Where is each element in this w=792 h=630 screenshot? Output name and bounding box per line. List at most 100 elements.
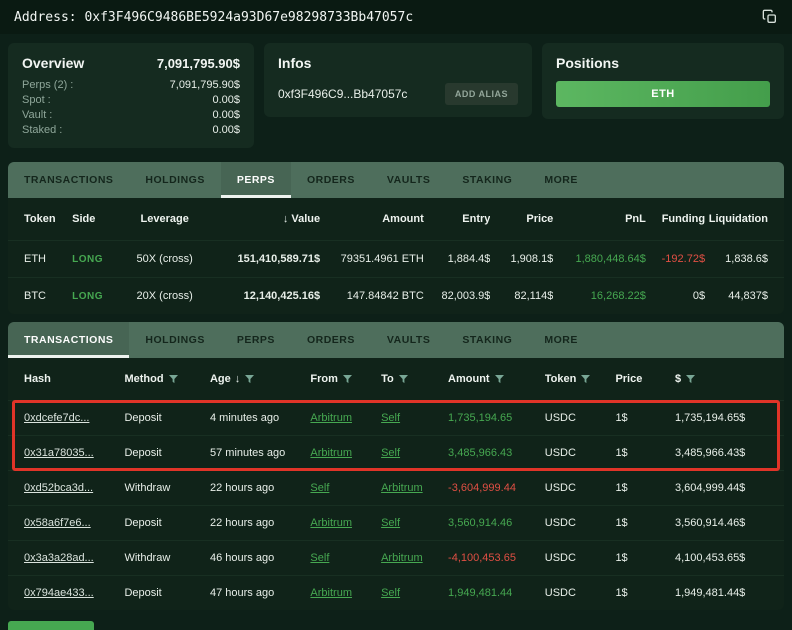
from-link[interactable]: Arbitrum (310, 447, 352, 459)
to-link[interactable]: Self (381, 412, 400, 424)
pagination-partial[interactable] (8, 621, 94, 630)
from-link: Arbitrum (310, 447, 381, 459)
overview-row-label: Spot : (22, 94, 51, 106)
to-link[interactable]: Self (381, 517, 400, 529)
amount-cell: 3,560,914.46 (448, 517, 545, 529)
perps-col-funding[interactable]: Funding (646, 213, 705, 225)
perps-row-eth: ETHLONG50X (cross)151,410,589.71$79351.4… (8, 240, 784, 277)
transactions-col-[interactable]: $ (675, 373, 768, 385)
transactions-tab-more[interactable]: MORE (528, 322, 594, 358)
hash-link[interactable]: 0x58a6f7e6... (24, 517, 91, 529)
perps-tab-perps[interactable]: PERPS (221, 162, 291, 198)
price-cell: 82,114$ (490, 290, 553, 302)
to-link[interactable]: Arbitrum (381, 552, 423, 564)
funnel-icon[interactable] (495, 375, 504, 384)
perps-tab-more[interactable]: MORE (528, 162, 594, 198)
price-cell: 1$ (615, 412, 675, 424)
from-link[interactable]: Self (310, 552, 329, 564)
perps-tab-transactions[interactable]: TRANSACTIONS (8, 162, 129, 198)
perps-section: TRANSACTIONSHOLDINGSPERPSORDERSVAULTSSTA… (8, 162, 784, 314)
usd-cell: 1,735,194.65$ (675, 412, 768, 424)
perps-col-pnl[interactable]: PnL (553, 213, 646, 225)
from-link[interactable]: Arbitrum (310, 412, 352, 424)
hash-link: 0xdcefe7dc... (24, 412, 124, 424)
amount-cell: -3,604,999.44 (448, 482, 545, 494)
perps-col-side[interactable]: Side (72, 213, 120, 225)
transactions-col-amount[interactable]: Amount (448, 373, 545, 385)
transactions-tab-vaults[interactable]: VAULTS (371, 322, 446, 358)
usd-cell: 3,604,999.44$ (675, 482, 768, 494)
usd-cell: 4,100,453.65$ (675, 552, 768, 564)
funnel-icon[interactable] (581, 375, 590, 384)
overview-title: Overview (22, 55, 84, 71)
transactions-col-token[interactable]: Token (545, 373, 616, 385)
transactions-tab-perps[interactable]: PERPS (221, 322, 291, 358)
from-link[interactable]: Self (310, 482, 329, 494)
to-link[interactable]: Self (381, 587, 400, 599)
perps-tabbar: TRANSACTIONSHOLDINGSPERPSORDERSVAULTSSTA… (8, 162, 784, 198)
method-cell: Deposit (124, 412, 210, 424)
position-eth-button[interactable]: ETH (556, 81, 770, 107)
transactions-col-method[interactable]: Method (124, 373, 210, 385)
sort-down-icon: ↓ (283, 213, 289, 225)
to-link[interactable]: Self (381, 447, 400, 459)
perps-col-token[interactable]: Token (24, 213, 72, 225)
perps-tab-staking[interactable]: STAKING (446, 162, 528, 198)
transactions-tab-holdings[interactable]: HOLDINGS (129, 322, 220, 358)
side-cell: LONG (72, 291, 120, 302)
to-link: Self (381, 412, 448, 424)
pnl-cell: 16,268.22$ (553, 290, 646, 302)
add-alias-button[interactable]: ADD ALIAS (445, 83, 518, 105)
overview-row-spot: Spot : 0.00$ (22, 94, 240, 106)
perps-tab-holdings[interactable]: HOLDINGS (129, 162, 220, 198)
side-cell: LONG (72, 254, 120, 265)
transactions-table-header: HashMethodAge↓FromToAmountTokenPrice$ (8, 358, 784, 400)
transactions-col-hash[interactable]: Hash (24, 373, 124, 385)
transactions-col-price[interactable]: Price (615, 373, 675, 385)
transactions-col-from[interactable]: From (310, 373, 381, 385)
hash-link[interactable]: 0x3a3a28ad... (24, 552, 94, 564)
funnel-icon[interactable] (169, 375, 178, 384)
copy-address-button[interactable] (762, 9, 778, 25)
transaction-row: 0xdcefe7dc...Deposit4 minutes agoArbitru… (8, 400, 784, 435)
perps-col-price[interactable]: Price (490, 213, 553, 225)
transactions-tab-staking[interactable]: STAKING (446, 322, 528, 358)
to-link: Self (381, 517, 448, 529)
from-link[interactable]: Arbitrum (310, 517, 352, 529)
funnel-icon[interactable] (245, 375, 254, 384)
perps-col-entry[interactable]: Entry (424, 213, 491, 225)
perps-tab-orders[interactable]: ORDERS (291, 162, 371, 198)
transaction-row: 0x58a6f7e6...Deposit22 hours agoArbitrum… (8, 505, 784, 540)
perps-col-value[interactable]: ↓Value (209, 213, 320, 225)
transactions-col-to[interactable]: To (381, 373, 448, 385)
funding-cell: -192.72$ (646, 253, 705, 265)
funnel-icon[interactable] (399, 375, 408, 384)
perps-col-liquidation[interactable]: Liquidation (705, 213, 768, 225)
hash-link[interactable]: 0x31a78035... (24, 447, 94, 459)
perps-col-amount[interactable]: Amount (320, 213, 424, 225)
transaction-row: 0x794ae433...Deposit47 hours agoArbitrum… (8, 575, 784, 610)
hash-link: 0x58a6f7e6... (24, 517, 124, 529)
perps-col-leverage[interactable]: Leverage (120, 213, 209, 225)
hash-link: 0x3a3a28ad... (24, 552, 124, 564)
positions-title: Positions (556, 55, 770, 71)
hash-link[interactable]: 0xd52bca3d... (24, 482, 93, 494)
age-cell: 22 hours ago (210, 517, 310, 529)
hash-link[interactable]: 0xdcefe7dc... (24, 412, 89, 424)
to-link: Self (381, 587, 448, 599)
hash-link[interactable]: 0x794ae433... (24, 587, 94, 599)
amount-cell: 3,485,966.43 (448, 447, 545, 459)
overview-card: Overview 7,091,795.90$ Perps (2) : 7,091… (8, 43, 254, 148)
transactions-tab-transactions[interactable]: TRANSACTIONS (8, 322, 129, 358)
token-cell: USDC (545, 552, 616, 564)
perps-tab-vaults[interactable]: VAULTS (371, 162, 446, 198)
from-link: Arbitrum (310, 517, 381, 529)
from-link[interactable]: Arbitrum (310, 587, 352, 599)
age-cell: 47 hours ago (210, 587, 310, 599)
funnel-icon[interactable] (686, 375, 695, 384)
to-link[interactable]: Arbitrum (381, 482, 423, 494)
funnel-icon[interactable] (343, 375, 352, 384)
price-cell: 1,908.1$ (490, 253, 553, 265)
transactions-col-age[interactable]: Age↓ (210, 373, 310, 385)
transactions-tab-orders[interactable]: ORDERS (291, 322, 371, 358)
